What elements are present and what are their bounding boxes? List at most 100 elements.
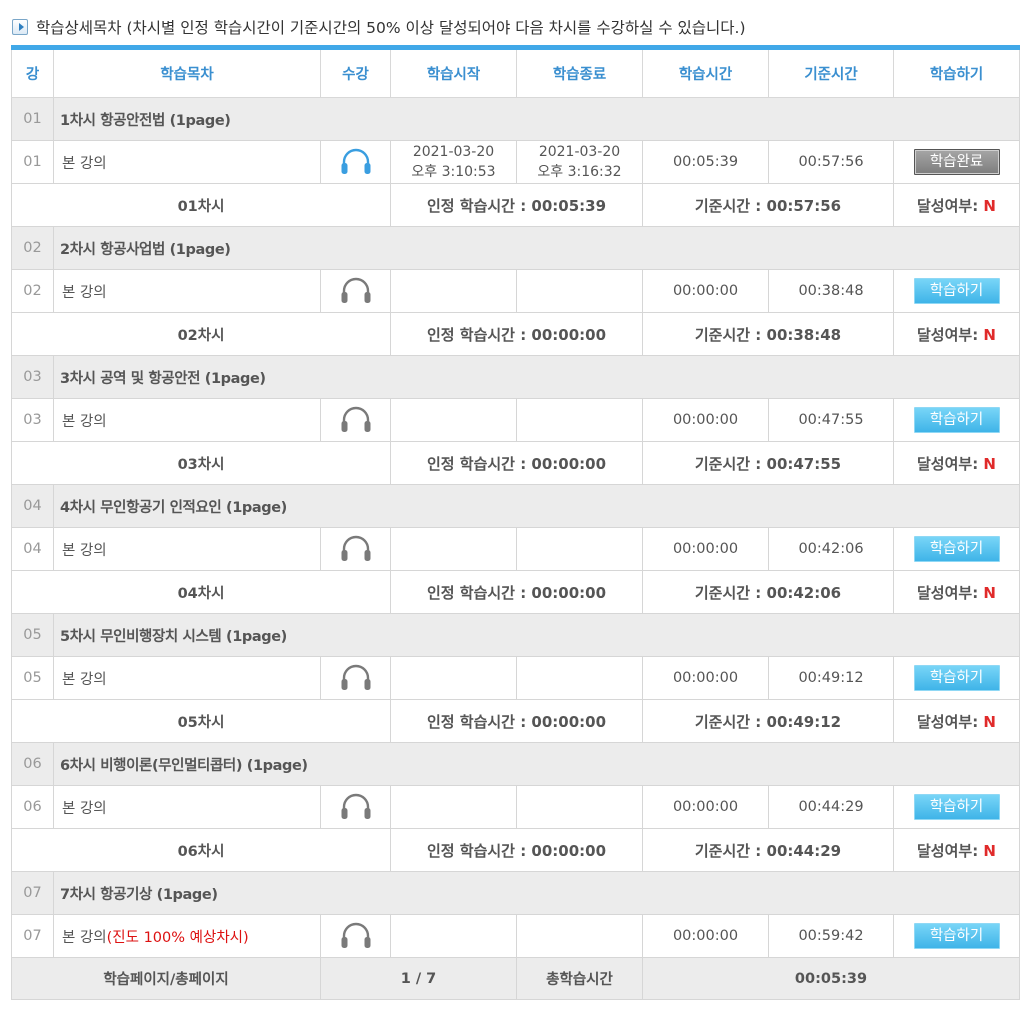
headphones-icon[interactable] bbox=[339, 922, 373, 950]
study-time: 00:00:00 bbox=[642, 785, 769, 829]
listen-cell bbox=[320, 140, 391, 184]
lecture-number: 06 bbox=[11, 785, 54, 829]
base-time: 00:44:29 bbox=[768, 785, 894, 829]
action-cell: 학습하기 bbox=[893, 527, 1020, 571]
lecture-row: 05 본 강의 00:00:00 00:49:12 학습하기 bbox=[11, 656, 1020, 700]
headphones-icon[interactable] bbox=[339, 664, 373, 692]
section-row: 01 1차시 항공안전법 (1page) bbox=[11, 97, 1020, 141]
base-time: 00:49:12 bbox=[768, 656, 894, 700]
study-button[interactable]: 학습하기 bbox=[913, 278, 1000, 304]
section-title: 4차시 무인항공기 인적요인 (1page) bbox=[53, 484, 1020, 528]
section-number: 07 bbox=[11, 871, 54, 915]
recognized-time: 인정 학습시간 : 00:00:00 bbox=[390, 828, 643, 872]
study-complete-button[interactable]: 학습완료 bbox=[913, 149, 1000, 175]
page-header: 학습상세목차 (차시별 인정 학습시간이 기준시간의 50% 이상 달성되어야 … bbox=[12, 12, 746, 42]
footer-page-label: 학습페이지/총페이지 bbox=[11, 957, 321, 1000]
start-cell bbox=[390, 269, 517, 313]
action-cell: 학습하기 bbox=[893, 656, 1020, 700]
footer-page-value: 1 / 7 bbox=[320, 957, 517, 1000]
start-cell bbox=[390, 785, 517, 829]
lecture-number: 05 bbox=[11, 656, 54, 700]
lecture-number: 07 bbox=[11, 914, 54, 958]
action-cell: 학습하기 bbox=[893, 269, 1020, 313]
study-button[interactable]: 학습하기 bbox=[913, 407, 1000, 433]
study-button[interactable]: 학습하기 bbox=[913, 536, 1000, 562]
lecture-title: 본 강의 bbox=[62, 284, 107, 301]
achieved-value: N bbox=[983, 712, 996, 731]
summary-label: 04차시 bbox=[11, 570, 391, 614]
page-title: 학습상세목차 (차시별 인정 학습시간이 기준시간의 50% 이상 달성되어야 … bbox=[36, 19, 746, 37]
progress-note: (진도 100% 예상차시) bbox=[106, 929, 249, 946]
section-title: 1차시 항공안전법 (1page) bbox=[53, 97, 1020, 141]
summary-row: 03차시 인정 학습시간 : 00:00:00 기준시간 : 00:47:55 달성여… bbox=[11, 441, 1020, 485]
section-row: 06 6차시 비행이론(무인멀티콥터) (1page) bbox=[11, 742, 1020, 786]
study-time: 00:00:00 bbox=[642, 527, 769, 571]
summary-row: 02차시 인정 학습시간 : 00:00:00 기준시간 : 00:38:48 달성여… bbox=[11, 312, 1020, 356]
col-header-end: 학습종료 bbox=[516, 45, 643, 98]
headphones-icon[interactable] bbox=[339, 535, 373, 563]
section-title: 5차시 무인비행장치 시스템 (1page) bbox=[53, 613, 1020, 657]
summary-row: 01차시 인정 학습시간 : 00:05:39 기준시간 : 00:57:56 달성여… bbox=[11, 183, 1020, 227]
lecture-title-cell: 본 강의 bbox=[53, 785, 321, 829]
achieved-cell: 달성여부: N bbox=[893, 183, 1020, 227]
base-time: 00:42:06 bbox=[768, 527, 894, 571]
base-time: 00:57:56 bbox=[768, 140, 894, 184]
summary-label: 05차시 bbox=[11, 699, 391, 743]
recognized-time: 인정 학습시간 : 00:00:00 bbox=[390, 312, 643, 356]
achieved-label: 달성여부: bbox=[917, 841, 984, 860]
section-number: 05 bbox=[11, 613, 54, 657]
end-cell bbox=[516, 269, 643, 313]
start-time: 오후 3:10:53 bbox=[411, 164, 496, 180]
lecture-title-cell: 본 강의 bbox=[53, 398, 321, 442]
lecture-title-cell: 본 강의(진도 100% 예상차시) bbox=[53, 914, 321, 958]
recognized-time: 인정 학습시간 : 00:05:39 bbox=[390, 183, 643, 227]
summary-base-time: 기준시간 : 00:44:29 bbox=[642, 828, 894, 872]
headphones-icon[interactable] bbox=[339, 277, 373, 305]
summary-base-time: 기준시간 : 00:42:06 bbox=[642, 570, 894, 614]
lecture-row: 02 본 강의 00:00:00 00:38:48 학습하기 bbox=[11, 269, 1020, 313]
headphones-icon[interactable] bbox=[339, 793, 373, 821]
study-button[interactable]: 학습하기 bbox=[913, 665, 1000, 691]
headphones-icon[interactable] bbox=[339, 148, 373, 176]
section-number: 04 bbox=[11, 484, 54, 528]
recognized-time: 인정 학습시간 : 00:00:00 bbox=[390, 441, 643, 485]
recognized-time: 인정 학습시간 : 00:00:00 bbox=[390, 570, 643, 614]
footer-total-value: 00:05:39 bbox=[642, 957, 1020, 1000]
achieved-cell: 달성여부: N bbox=[893, 828, 1020, 872]
action-cell: 학습완료 bbox=[893, 140, 1020, 184]
headphones-icon[interactable] bbox=[339, 406, 373, 434]
listen-cell bbox=[320, 398, 391, 442]
study-button[interactable]: 학습하기 bbox=[913, 923, 1000, 949]
base-time: 00:59:42 bbox=[768, 914, 894, 958]
start-cell bbox=[390, 914, 517, 958]
section-row: 03 3차시 공역 및 항공안전 (1page) bbox=[11, 355, 1020, 399]
section-row: 04 4차시 무인항공기 인적요인 (1page) bbox=[11, 484, 1020, 528]
summary-base-time: 기준시간 : 00:49:12 bbox=[642, 699, 894, 743]
lecture-row: 07 본 강의(진도 100% 예상차시) 00:00:00 00:59:42 학습하기 bbox=[11, 914, 1020, 958]
summary-base-time: 기준시간 : 00:57:56 bbox=[642, 183, 894, 227]
study-time: 00:00:00 bbox=[642, 656, 769, 700]
listen-cell bbox=[320, 785, 391, 829]
lecture-number: 04 bbox=[11, 527, 54, 571]
achieved-value: N bbox=[983, 196, 996, 215]
col-header-listen: 수강 bbox=[320, 45, 391, 98]
study-button[interactable]: 학습하기 bbox=[913, 794, 1000, 820]
lecture-title: 본 강의 bbox=[62, 800, 107, 817]
action-cell: 학습하기 bbox=[893, 914, 1020, 958]
achieved-cell: 달성여부: N bbox=[893, 570, 1020, 614]
study-time: 00:00:00 bbox=[642, 914, 769, 958]
lecture-row: 01 본 강의 2021-03-20 오후 3:10:53 2021-03-20 오후 3… bbox=[11, 140, 1020, 184]
section-title: 7차시 항공기상 (1page) bbox=[53, 871, 1020, 915]
listen-cell bbox=[320, 656, 391, 700]
recognized-time: 인정 학습시간 : 00:00:00 bbox=[390, 699, 643, 743]
achieved-cell: 달성여부: N bbox=[893, 699, 1020, 743]
base-time: 00:47:55 bbox=[768, 398, 894, 442]
summary-label: 01차시 bbox=[11, 183, 391, 227]
start-cell bbox=[390, 398, 517, 442]
section-number: 06 bbox=[11, 742, 54, 786]
end-cell bbox=[516, 527, 643, 571]
summary-label: 06차시 bbox=[11, 828, 391, 872]
lecture-title: 본 강의 bbox=[62, 929, 107, 946]
col-header-base-time: 기준시간 bbox=[768, 45, 894, 98]
table-footer: 학습페이지/총페이지 1 / 7 총학습시간 00:05:39 bbox=[11, 957, 1020, 1000]
